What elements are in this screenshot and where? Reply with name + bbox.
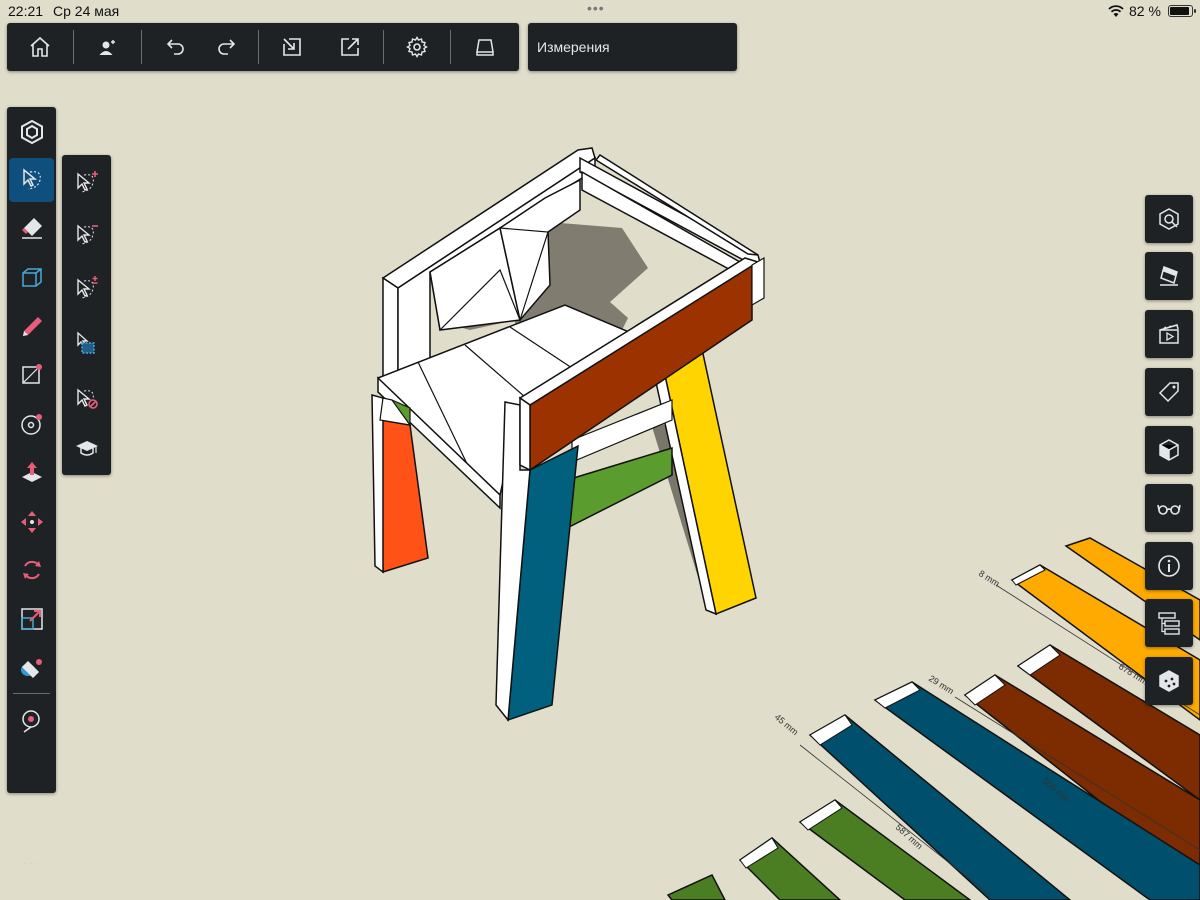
home-icon bbox=[30, 36, 50, 57]
materials-icon bbox=[1160, 266, 1178, 286]
import-icon bbox=[283, 38, 301, 56]
outliner-button[interactable] bbox=[1145, 599, 1193, 647]
scenes-button[interactable] bbox=[1145, 310, 1193, 358]
lasso-select-icon bbox=[22, 168, 41, 190]
add-to-selection-button[interactable] bbox=[62, 157, 111, 207]
tags-button[interactable] bbox=[1145, 368, 1193, 416]
more-tools-button[interactable]: ··· bbox=[7, 855, 56, 873]
box-tool-button[interactable] bbox=[7, 256, 56, 300]
add-user-button[interactable] bbox=[79, 23, 137, 71]
box-tool-icon bbox=[21, 268, 42, 287]
push-pull-icon bbox=[21, 462, 42, 482]
display-button[interactable] bbox=[1145, 484, 1193, 532]
components-button[interactable] bbox=[1145, 195, 1193, 243]
select-all-icon bbox=[76, 331, 95, 354]
move-button[interactable] bbox=[7, 500, 56, 544]
add-to-selection-icon bbox=[76, 171, 98, 193]
model-info-button[interactable] bbox=[1145, 657, 1193, 705]
front-stretcher[interactable] bbox=[566, 446, 673, 530]
subtract-from-selection-icon bbox=[76, 224, 98, 245]
settings-icon bbox=[406, 36, 428, 58]
selection-flyout bbox=[62, 155, 111, 475]
model-info-icon bbox=[1159, 670, 1179, 692]
toggle-selection-icon bbox=[76, 276, 97, 299]
pencil-icon bbox=[22, 317, 42, 336]
select-tool-button[interactable] bbox=[7, 110, 56, 154]
status-time: 22:21 bbox=[8, 3, 44, 19]
tags-icon bbox=[1158, 382, 1179, 403]
materials-button[interactable] bbox=[1145, 252, 1193, 300]
tape-measure-icon bbox=[21, 710, 40, 733]
select-all-button[interactable] bbox=[62, 318, 111, 368]
circle-tool-button[interactable] bbox=[7, 402, 56, 446]
undo-icon bbox=[166, 39, 184, 55]
scenes-icon bbox=[1159, 324, 1179, 344]
outliner-icon bbox=[1158, 612, 1180, 635]
redo-icon bbox=[218, 39, 236, 55]
status-bar: 22:21 Ср 24 мая ••• 82 % bbox=[0, 0, 1200, 22]
dimension-label: 8 mm bbox=[977, 568, 1001, 588]
lasso-select-button[interactable] bbox=[9, 158, 54, 202]
views-icon bbox=[1159, 439, 1179, 461]
main-toolbar bbox=[7, 23, 519, 71]
multitask-dots[interactable]: ••• bbox=[587, 0, 605, 16]
battery-percent: 82 % bbox=[1129, 3, 1161, 19]
eraser-icon bbox=[21, 218, 42, 239]
entity-info-icon bbox=[1158, 555, 1180, 577]
deselect-button[interactable] bbox=[62, 373, 111, 423]
redo-button[interactable] bbox=[197, 23, 255, 71]
components-icon bbox=[1159, 208, 1179, 230]
battery-icon bbox=[1168, 5, 1196, 17]
push-pull-button[interactable] bbox=[7, 451, 56, 495]
home-button[interactable] bbox=[11, 23, 69, 71]
circle-tool-icon bbox=[20, 414, 42, 435]
pencil-button[interactable] bbox=[7, 305, 56, 349]
rectangle-tool-icon bbox=[21, 364, 42, 384]
dimension-label: 29 mm bbox=[927, 673, 956, 696]
subtract-from-selection-button[interactable] bbox=[62, 209, 111, 259]
export-button[interactable] bbox=[321, 23, 379, 71]
settings-button[interactable] bbox=[388, 23, 446, 71]
display-icon bbox=[1157, 504, 1181, 515]
views-button[interactable] bbox=[1145, 426, 1193, 474]
export-icon bbox=[341, 38, 359, 56]
import-button[interactable] bbox=[263, 23, 321, 71]
rotate-icon bbox=[22, 560, 41, 580]
tape-measure-button[interactable] bbox=[7, 698, 56, 742]
move-icon bbox=[20, 511, 43, 533]
tray-icon bbox=[476, 39, 494, 56]
wifi-icon bbox=[1108, 5, 1124, 17]
select-tool-icon bbox=[20, 119, 43, 145]
rectangle-tool-button[interactable] bbox=[7, 353, 56, 397]
dimensions-panel[interactable]: Измерения bbox=[528, 23, 737, 71]
add-user-icon bbox=[99, 40, 115, 55]
deselect-icon bbox=[76, 388, 98, 409]
tutorial-button[interactable] bbox=[62, 423, 111, 473]
dimension-label: 45 mm bbox=[773, 712, 801, 737]
panel-title: Измерения bbox=[537, 39, 610, 55]
eraser-button[interactable] bbox=[7, 206, 56, 250]
paint-bucket-button[interactable] bbox=[7, 646, 56, 690]
toggle-selection-button[interactable] bbox=[62, 263, 111, 313]
scale-button[interactable] bbox=[7, 597, 56, 641]
rotate-button[interactable] bbox=[7, 548, 56, 592]
tray-button[interactable] bbox=[456, 23, 514, 71]
tools-toolbar: ··· bbox=[7, 107, 56, 872]
model-viewport[interactable]: 8 mm 678 mm 29 mm 505 mm 45 mm 587 mm bbox=[0, 0, 1200, 900]
tutorial-icon bbox=[75, 441, 98, 456]
paint-bucket-icon bbox=[20, 659, 42, 679]
entity-info-button[interactable] bbox=[1145, 542, 1193, 590]
scale-icon bbox=[20, 608, 43, 630]
status-date: Ср 24 мая bbox=[53, 3, 120, 19]
